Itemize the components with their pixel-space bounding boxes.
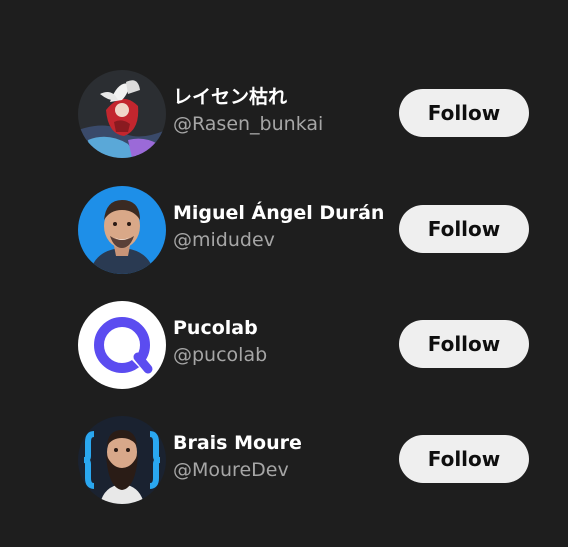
who-to-follow-list: レイセン枯れ @Rasen_bunkai Follow Miguel Ángel… [0, 0, 568, 547]
user-card: Brais Moure @MoureDev Follow [78, 416, 530, 508]
avatar[interactable] [78, 416, 166, 504]
user-display-name[interactable]: Miguel Ángel Durán [173, 200, 393, 226]
user-display-name[interactable]: Brais Moure [173, 430, 393, 456]
avatar[interactable] [78, 301, 166, 389]
user-text: Pucolab @pucolab [173, 315, 393, 369]
user-text: Brais Moure @MoureDev [173, 430, 393, 484]
follow-button[interactable]: Follow [399, 89, 529, 137]
avatar[interactable] [78, 70, 166, 158]
follow-button[interactable]: Follow [399, 320, 529, 368]
bearded-man-avatar-image [78, 416, 166, 504]
user-display-name[interactable]: レイセン枯れ [173, 84, 393, 110]
user-card: レイセン枯れ @Rasen_bunkai Follow [78, 70, 530, 162]
avatar[interactable] [78, 186, 166, 274]
user-handle: @pucolab [173, 344, 268, 366]
follow-button[interactable]: Follow [399, 205, 529, 253]
anime-character-avatar-image [78, 70, 166, 158]
user-text: Miguel Ángel Durán @midudev [173, 200, 393, 254]
user-handle: @Rasen_bunkai [173, 113, 324, 135]
user-text: レイセン枯れ @Rasen_bunkai [173, 84, 393, 138]
follow-button[interactable]: Follow [399, 435, 529, 483]
user-handle: @MoureDev [173, 459, 289, 481]
user-handle: @midudev [173, 229, 275, 251]
user-card: Pucolab @pucolab Follow [78, 301, 530, 393]
man-portrait-avatar-image [78, 186, 166, 274]
user-card: Miguel Ángel Durán @midudev Follow [78, 186, 530, 278]
pucolab-logo-avatar-image [78, 301, 166, 389]
user-display-name[interactable]: Pucolab [173, 315, 393, 341]
